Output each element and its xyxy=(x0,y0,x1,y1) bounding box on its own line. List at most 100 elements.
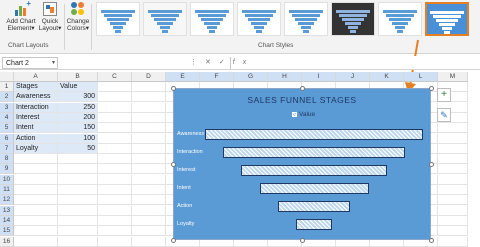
cell[interactable] xyxy=(132,154,166,165)
resize-handle[interactable] xyxy=(428,237,434,243)
chart-style-thumbnail[interactable] xyxy=(237,2,281,36)
cell[interactable] xyxy=(132,123,166,134)
column-header-f[interactable]: F xyxy=(200,72,234,82)
cell[interactable] xyxy=(58,154,98,165)
cell[interactable] xyxy=(98,112,132,123)
column-header-h[interactable]: H xyxy=(268,72,302,82)
cell[interactable] xyxy=(438,133,468,144)
column-header-l[interactable]: L xyxy=(404,72,438,82)
value-cell[interactable]: 200 xyxy=(58,112,98,123)
cell[interactable] xyxy=(58,226,98,237)
column-header-a[interactable]: A xyxy=(14,72,58,82)
cell[interactable] xyxy=(132,133,166,144)
column-header-m[interactable]: M xyxy=(438,72,468,82)
stage-cell[interactable]: Awareness xyxy=(14,92,58,103)
row-header-8[interactable]: 8 xyxy=(0,154,14,165)
cell[interactable] xyxy=(98,236,132,247)
cell[interactable] xyxy=(438,215,468,226)
cell[interactable] xyxy=(58,215,98,226)
cell[interactable] xyxy=(98,195,132,206)
cell[interactable] xyxy=(438,143,468,154)
column-header-k[interactable]: K xyxy=(370,72,404,82)
cell[interactable] xyxy=(132,102,166,113)
cancel-icon[interactable]: ✕ xyxy=(205,59,219,66)
row-header-13[interactable]: 13 xyxy=(0,205,14,216)
row-header-2[interactable]: 2 xyxy=(0,92,14,103)
cell[interactable] xyxy=(132,92,166,103)
cell[interactable] xyxy=(98,133,132,144)
funnel-bar-action[interactable] xyxy=(277,201,351,212)
chart-style-thumbnail[interactable] xyxy=(190,2,234,36)
column-header-j[interactable]: J xyxy=(336,72,370,82)
header-cell-value[interactable]: Value xyxy=(58,82,98,92)
cell[interactable] xyxy=(438,195,468,206)
chart-styles-brush-button[interactable]: ✎ xyxy=(437,108,451,122)
chart-style-thumbnail[interactable] xyxy=(96,2,140,36)
cell[interactable] xyxy=(132,205,166,216)
resize-handle[interactable] xyxy=(170,161,176,167)
funnel-bar-awareness[interactable] xyxy=(205,129,423,140)
cell[interactable] xyxy=(14,226,58,237)
cell[interactable] xyxy=(14,154,58,165)
row-header-12[interactable]: 12 xyxy=(0,195,14,206)
row-header-10[interactable]: 10 xyxy=(0,174,14,185)
resize-handle[interactable] xyxy=(428,161,434,167)
row-header-5[interactable]: 5 xyxy=(0,123,14,134)
cell[interactable] xyxy=(438,174,468,185)
chevron-down-icon[interactable]: ▾ xyxy=(52,59,55,66)
chart-legend[interactable]: Value xyxy=(292,111,315,118)
row-header-15[interactable]: 15 xyxy=(0,226,14,237)
column-header-g[interactable]: G xyxy=(234,72,268,82)
cell[interactable] xyxy=(14,236,58,247)
cell[interactable] xyxy=(132,174,166,185)
cell[interactable] xyxy=(58,236,98,247)
row-header-16[interactable]: 16 xyxy=(0,236,14,247)
cell[interactable] xyxy=(14,195,58,206)
cell[interactable] xyxy=(132,236,166,247)
resize-handle[interactable] xyxy=(428,85,434,91)
cell[interactable] xyxy=(98,92,132,103)
cell[interactable] xyxy=(14,215,58,226)
cell[interactable] xyxy=(98,102,132,113)
cell[interactable] xyxy=(98,226,132,237)
row-header-6[interactable]: 6 xyxy=(0,133,14,144)
row-header-3[interactable]: 3 xyxy=(0,102,14,113)
funnel-chart[interactable]: SALES FUNNEL STAGES Value Awareness Inter… xyxy=(170,85,434,243)
row-header-14[interactable]: 14 xyxy=(0,215,14,226)
cell[interactable] xyxy=(438,123,468,134)
add-chart-element-button[interactable]: + Add Chart Element▾ xyxy=(4,0,38,40)
cell[interactable] xyxy=(58,164,98,175)
column-header-i[interactable]: I xyxy=(302,72,336,82)
stage-cell[interactable]: Loyalty xyxy=(14,143,58,154)
cell[interactable] xyxy=(98,123,132,134)
chart-style-thumbnail[interactable] xyxy=(425,2,469,36)
formula-input[interactable] xyxy=(230,57,478,69)
row-header-9[interactable]: 9 xyxy=(0,164,14,175)
cell[interactable] xyxy=(98,174,132,185)
column-header-c[interactable]: C xyxy=(98,72,132,82)
stage-cell[interactable]: Interest xyxy=(14,112,58,123)
cell[interactable] xyxy=(132,195,166,206)
cell[interactable] xyxy=(98,82,132,92)
cell[interactable] xyxy=(98,154,132,165)
chart-elements-button[interactable]: + xyxy=(437,88,451,102)
cell[interactable] xyxy=(58,174,98,185)
stage-cell[interactable]: Intent xyxy=(14,123,58,134)
cell[interactable] xyxy=(98,215,132,226)
chart-title[interactable]: SALES FUNNEL STAGES xyxy=(174,95,430,105)
row-header-7[interactable]: 7 xyxy=(0,143,14,154)
cell[interactable] xyxy=(438,154,468,165)
name-box[interactable]: Chart 2 ▾ xyxy=(2,57,58,69)
cell[interactable] xyxy=(132,215,166,226)
change-colors-button[interactable]: Change Colors▾ xyxy=(66,2,90,40)
cell[interactable] xyxy=(58,185,98,195)
quick-layout-button[interactable]: Quick Layout▾ xyxy=(38,2,62,40)
chart-style-thumbnail[interactable] xyxy=(378,2,422,36)
cell[interactable] xyxy=(438,236,468,247)
column-header-e[interactable]: E xyxy=(166,72,200,82)
cell[interactable] xyxy=(132,226,166,237)
cell[interactable] xyxy=(132,112,166,123)
cell[interactable] xyxy=(98,164,132,175)
cell[interactable] xyxy=(14,174,58,185)
cell[interactable] xyxy=(132,143,166,154)
